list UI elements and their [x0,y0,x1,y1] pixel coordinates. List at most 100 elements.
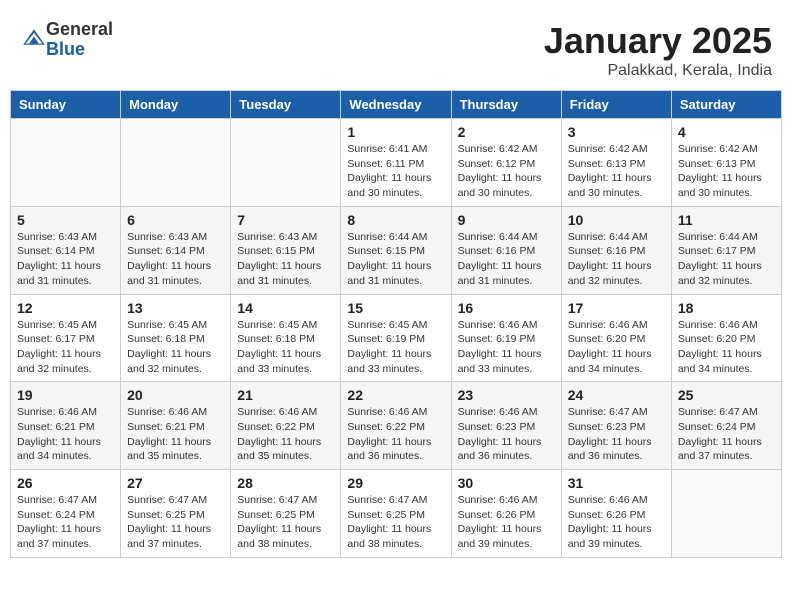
calendar-cell: 20 Sunrise: 6:46 AM Sunset: 6:21 PM Dayli… [121,382,231,470]
day-number: 14 [237,300,334,316]
logo-blue-text: Blue [46,40,113,60]
calendar-header-row: SundayMondayTuesdayWednesdayThursdayFrid… [11,91,782,119]
calendar-cell: 28 Sunrise: 6:47 AM Sunset: 6:25 PM Dayli… [231,470,341,558]
calendar-cell: 18 Sunrise: 6:46 AM Sunset: 6:20 PM Dayli… [671,294,781,382]
calendar-cell: 4Sunrise: 6:42 AM Sunset: 6:13 PM Daylig… [671,119,781,207]
day-number: 29 [347,475,444,491]
day-info: Sunrise: 6:45 AM Sunset: 6:18 PM Dayligh… [127,318,224,377]
calendar-cell: 10 Sunrise: 6:44 AM Sunset: 6:16 PM Dayli… [561,206,671,294]
calendar-table: SundayMondayTuesdayWednesdayThursdayFrid… [10,90,782,558]
day-number: 9 [458,212,555,228]
month-title: January 2025 [544,20,772,62]
day-number: 24 [568,387,665,403]
day-number: 18 [678,300,775,316]
calendar-week-row: 12Sunrise: 6:45 AM Sunset: 6:17 PM Dayli… [11,294,782,382]
day-info: Sunrise: 6:42 AM Sunset: 6:12 PM Dayligh… [458,142,555,201]
day-number: 10 [568,212,665,228]
day-number: 23 [458,387,555,403]
calendar-cell: 24Sunrise: 6:47 AM Sunset: 6:23 PM Dayli… [561,382,671,470]
day-number: 20 [127,387,224,403]
calendar-cell: 19 Sunrise: 6:46 AM Sunset: 6:21 PM Dayli… [11,382,121,470]
calendar-cell: 16 Sunrise: 6:46 AM Sunset: 6:19 PM Dayli… [451,294,561,382]
location-subtitle: Palakkad, Kerala, India [544,62,772,80]
day-of-week-header: Monday [121,91,231,119]
calendar-cell: 13 Sunrise: 6:45 AM Sunset: 6:18 PM Dayli… [121,294,231,382]
day-of-week-header: Sunday [11,91,121,119]
day-info: Sunrise: 6:43 AM Sunset: 6:14 PM Dayligh… [127,230,224,289]
calendar-cell: 7 Sunrise: 6:43 AM Sunset: 6:15 PM Daylig… [231,206,341,294]
day-info: Sunrise: 6:46 AM Sunset: 6:22 PM Dayligh… [347,405,444,464]
day-info: Sunrise: 6:44 AM Sunset: 6:16 PM Dayligh… [568,230,665,289]
calendar-cell: 25Sunrise: 6:47 AM Sunset: 6:24 PM Dayli… [671,382,781,470]
calendar-cell: 11 Sunrise: 6:44 AM Sunset: 6:17 PM Dayli… [671,206,781,294]
logo-icon [22,25,46,49]
calendar-cell: 12Sunrise: 6:45 AM Sunset: 6:17 PM Dayli… [11,294,121,382]
day-info: Sunrise: 6:46 AM Sunset: 6:26 PM Dayligh… [568,493,665,552]
day-info: Sunrise: 6:46 AM Sunset: 6:23 PM Dayligh… [458,405,555,464]
day-number: 3 [568,124,665,140]
calendar-week-row: 5Sunrise: 6:43 AM Sunset: 6:14 PM Daylig… [11,206,782,294]
calendar-cell: 3 Sunrise: 6:42 AM Sunset: 6:13 PM Daylig… [561,119,671,207]
calendar-cell: 27 Sunrise: 6:47 AM Sunset: 6:25 PM Dayli… [121,470,231,558]
calendar-cell: 22 Sunrise: 6:46 AM Sunset: 6:22 PM Dayli… [341,382,451,470]
day-number: 4 [678,124,775,140]
day-info: Sunrise: 6:44 AM Sunset: 6:16 PM Dayligh… [458,230,555,289]
day-info: Sunrise: 6:45 AM Sunset: 6:17 PM Dayligh… [17,318,114,377]
day-info: Sunrise: 6:46 AM Sunset: 6:19 PM Dayligh… [458,318,555,377]
day-info: Sunrise: 6:46 AM Sunset: 6:22 PM Dayligh… [237,405,334,464]
logo: General Blue [20,20,113,60]
calendar-week-row: 26 Sunrise: 6:47 AM Sunset: 6:24 PM Dayli… [11,470,782,558]
day-of-week-header: Thursday [451,91,561,119]
day-number: 7 [237,212,334,228]
day-info: Sunrise: 6:43 AM Sunset: 6:15 PM Dayligh… [237,230,334,289]
calendar-cell [231,119,341,207]
day-number: 11 [678,212,775,228]
calendar-week-row: 1Sunrise: 6:41 AM Sunset: 6:11 PM Daylig… [11,119,782,207]
day-info: Sunrise: 6:42 AM Sunset: 6:13 PM Dayligh… [568,142,665,201]
day-info: Sunrise: 6:44 AM Sunset: 6:17 PM Dayligh… [678,230,775,289]
title-block: January 2025 Palakkad, Kerala, India [544,20,772,80]
day-number: 19 [17,387,114,403]
day-number: 13 [127,300,224,316]
day-info: Sunrise: 6:46 AM Sunset: 6:21 PM Dayligh… [17,405,114,464]
calendar-cell: 23 Sunrise: 6:46 AM Sunset: 6:23 PM Dayli… [451,382,561,470]
day-number: 17 [568,300,665,316]
day-number: 26 [17,475,114,491]
day-info: Sunrise: 6:47 AM Sunset: 6:24 PM Dayligh… [678,405,775,464]
day-info: Sunrise: 6:47 AM Sunset: 6:25 PM Dayligh… [237,493,334,552]
day-info: Sunrise: 6:45 AM Sunset: 6:18 PM Dayligh… [237,318,334,377]
day-info: Sunrise: 6:43 AM Sunset: 6:14 PM Dayligh… [17,230,114,289]
day-info: Sunrise: 6:47 AM Sunset: 6:25 PM Dayligh… [347,493,444,552]
day-info: Sunrise: 6:46 AM Sunset: 6:20 PM Dayligh… [678,318,775,377]
calendar-cell: 21Sunrise: 6:46 AM Sunset: 6:22 PM Dayli… [231,382,341,470]
day-info: Sunrise: 6:47 AM Sunset: 6:24 PM Dayligh… [17,493,114,552]
day-info: Sunrise: 6:47 AM Sunset: 6:25 PM Dayligh… [127,493,224,552]
day-number: 31 [568,475,665,491]
day-number: 27 [127,475,224,491]
calendar-cell: 6 Sunrise: 6:43 AM Sunset: 6:14 PM Daylig… [121,206,231,294]
day-number: 1 [347,124,444,140]
calendar-cell: 1Sunrise: 6:41 AM Sunset: 6:11 PM Daylig… [341,119,451,207]
logo-general-text: General [46,20,113,40]
calendar-cell [671,470,781,558]
day-info: Sunrise: 6:46 AM Sunset: 6:21 PM Dayligh… [127,405,224,464]
page-header: General Blue January 2025 Palakkad, Kera… [10,10,782,85]
day-info: Sunrise: 6:45 AM Sunset: 6:19 PM Dayligh… [347,318,444,377]
day-info: Sunrise: 6:46 AM Sunset: 6:20 PM Dayligh… [568,318,665,377]
calendar-cell [11,119,121,207]
day-number: 30 [458,475,555,491]
day-number: 8 [347,212,444,228]
day-number: 15 [347,300,444,316]
day-of-week-header: Friday [561,91,671,119]
day-number: 16 [458,300,555,316]
day-info: Sunrise: 6:44 AM Sunset: 6:15 PM Dayligh… [347,230,444,289]
calendar-cell: 9 Sunrise: 6:44 AM Sunset: 6:16 PM Daylig… [451,206,561,294]
day-of-week-header: Tuesday [231,91,341,119]
day-info: Sunrise: 6:46 AM Sunset: 6:26 PM Dayligh… [458,493,555,552]
day-number: 6 [127,212,224,228]
calendar-cell: 26 Sunrise: 6:47 AM Sunset: 6:24 PM Dayli… [11,470,121,558]
day-number: 28 [237,475,334,491]
day-number: 22 [347,387,444,403]
day-of-week-header: Wednesday [341,91,451,119]
calendar-cell: 2Sunrise: 6:42 AM Sunset: 6:12 PM Daylig… [451,119,561,207]
